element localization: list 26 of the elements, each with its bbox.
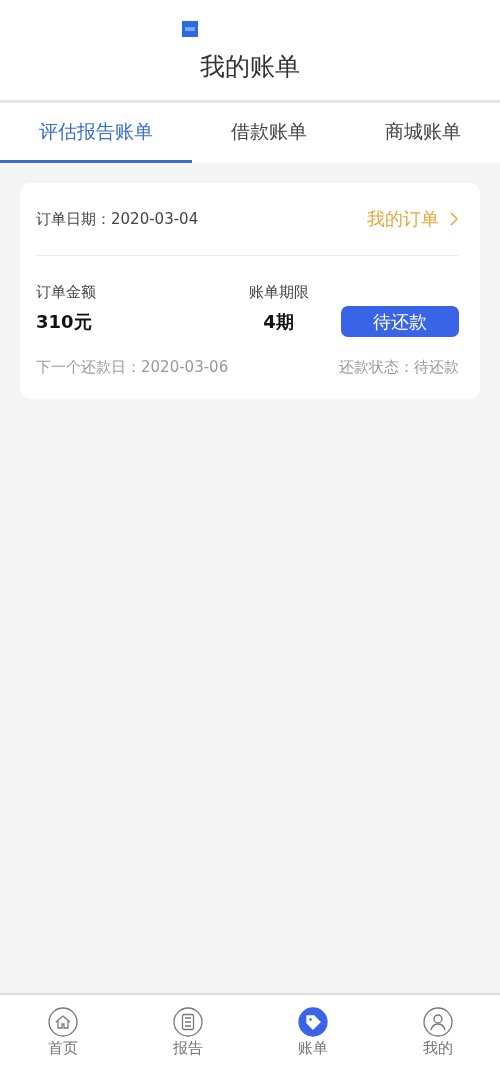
tab[interactable]: 评估报告账单 [0, 103, 192, 163]
chevron-icon [449, 211, 459, 227]
amount-value: 310元 [36, 310, 93, 334]
page-title: 我的账单 [200, 51, 300, 83]
nav-item[interactable]: 报告 [125, 995, 250, 1069]
document-icon [172, 1007, 203, 1037]
app-icon [182, 21, 198, 37]
home-icon [47, 1007, 78, 1037]
term-value: 4期 [263, 310, 294, 334]
tab[interactable]: 借款账单 [192, 103, 346, 163]
nav-label: 报告 [172, 1039, 203, 1058]
nav-item[interactable]: 账单 [250, 995, 375, 1069]
repayment-status: 还款状态：待还款 [339, 358, 459, 377]
next-repayment-date: 下一个还款日：2020-03-06 [36, 358, 229, 377]
order-date: 订单日期：2020-03-04 [36, 209, 199, 229]
nav-label: 首页 [47, 1039, 78, 1058]
person-icon [422, 1007, 453, 1037]
field-label: 订单金额 [36, 283, 97, 302]
pending-repayment-button[interactable]: 待还款 [341, 306, 459, 337]
tag-icon [297, 1007, 328, 1037]
tab[interactable]: 商城账单 [346, 103, 500, 163]
field-label: 账单期限 [248, 283, 309, 302]
nav-item[interactable]: 首页 [0, 995, 125, 1069]
nav-label: 账单 [297, 1039, 328, 1058]
nav-item[interactable]: 我的 [375, 995, 500, 1069]
nav-label: 我的 [422, 1039, 453, 1058]
